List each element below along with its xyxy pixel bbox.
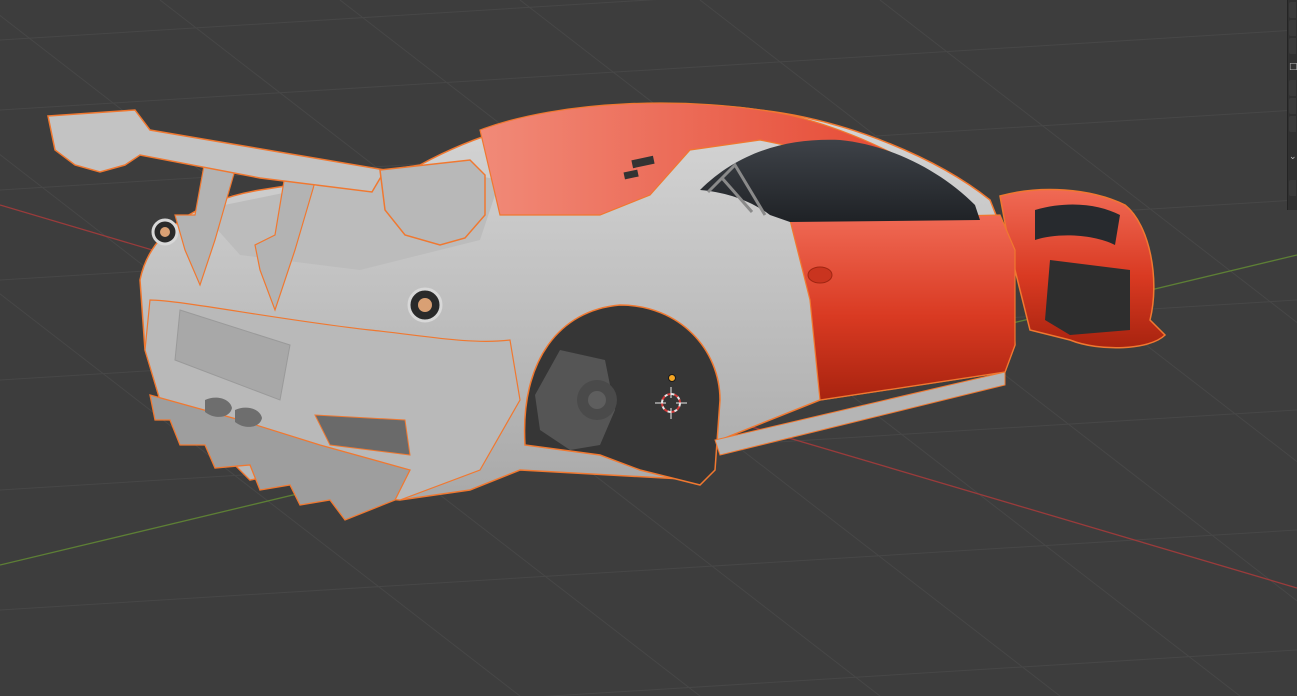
object-origin-icon [668,374,676,382]
menu-glyph-icon[interactable]: □ [1289,62,1297,72]
strip-button[interactable] [1289,2,1296,18]
strip-button[interactable] [1289,80,1296,96]
strip-button[interactable] [1289,20,1296,36]
car-model[interactable] [47,102,1167,521]
strip-button[interactable] [1289,116,1296,132]
viewport-canvas[interactable] [0,0,1297,696]
strip-button[interactable] [1289,38,1296,54]
strip-button[interactable] [1289,98,1296,114]
3d-viewport[interactable] [0,0,1297,696]
strip-button[interactable] [1289,180,1296,196]
chevron-down-icon[interactable]: ⌄ [1289,152,1297,162]
front-wheel-hub [1045,260,1130,335]
side-toolbar-strip: □ ⌄ [1287,0,1297,210]
door-panel [789,214,1016,401]
door-handle [807,266,833,284]
